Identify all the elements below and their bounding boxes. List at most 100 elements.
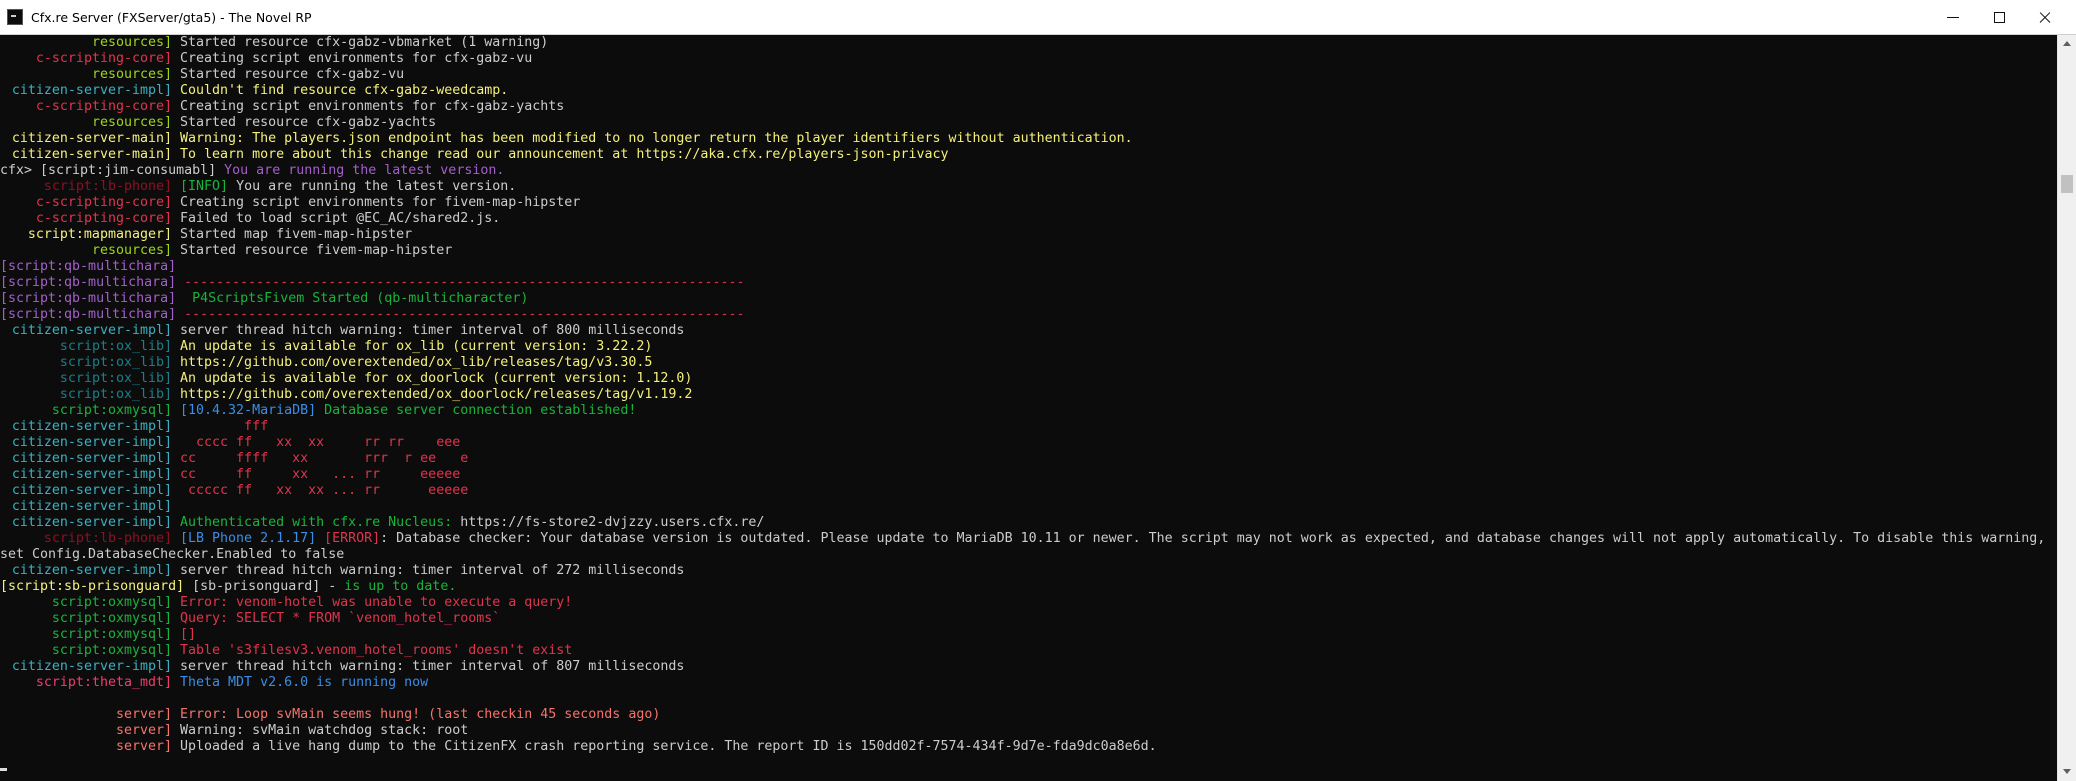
log-message-segment: Started resource cfx-gabz-yachts (180, 115, 437, 130)
console-line: [script:qb-multichara] P4ScriptsFivem St… (0, 291, 2057, 307)
log-source-tag: script:mapmanager] (27, 227, 172, 242)
console-line: script:oxmysql] [10.4.32-MariaDB] Databa… (0, 403, 2057, 419)
console-line: [script:sb-prisonguard] [sb-prisonguard]… (0, 579, 2057, 595)
log-message-segment: [ERROR] (316, 531, 381, 546)
console-line: script:lb-phone] [LB Phone 2.1.17] [ERRO… (0, 531, 2057, 547)
console-line: [script:qb-multichara] (0, 259, 2057, 275)
console-line: server] Warning: svMain watchdog stack: … (0, 723, 2057, 739)
cfx-server-icon (7, 9, 23, 25)
log-message-segment: Started resource cfx-gabz-vbmarket (1 wa… (180, 35, 549, 50)
log-message-segment: Couldn't find resource cfx-gabz-weedcamp… (180, 83, 509, 98)
console-line: c-scripting-core] Creating script enviro… (0, 99, 2057, 115)
console-line: citizen-server-impl] cc ffff xx rrr r ee… (0, 451, 2057, 467)
log-source-tag: c-scripting-core] (35, 211, 172, 226)
console-line: citizen-server-impl] fff (0, 419, 2057, 435)
log-message-segment: Started map fivem-map-hipster (180, 227, 413, 242)
console-line: script:oxmysql] Error: venom-hotel was u… (0, 595, 2057, 611)
log-message-segment: Uploaded a live hang dump to the Citizen… (180, 739, 1157, 754)
console-output[interactable]: resources] Started resource cfx-gabz-vbm… (0, 35, 2057, 781)
log-message-segment: Creating script environments for cfx-gab… (180, 99, 565, 114)
log-message-segment: set Config.DatabaseChecker.Enabled to fa… (0, 547, 345, 562)
console-line: script:oxmysql] Table 's3filesv3.venom_h… (0, 643, 2057, 659)
log-message-segment: Warning: svMain watchdog stack: root (180, 723, 469, 738)
log-message-segment: cfx> [script:jim-consumabl] (0, 163, 225, 178)
console-line: script:ox_lib] https://github.com/overex… (0, 355, 2057, 371)
log-source-tag: citizen-server-impl] (11, 435, 172, 450)
log-message-segment: [] (180, 627, 197, 642)
log-source-tag: script:lb-phone] (43, 531, 172, 546)
maximize-icon (1993, 12, 2005, 23)
log-message-segment: Started resource fivem-map-hipster (180, 243, 453, 258)
log-source-tag: citizen-server-main] (11, 131, 172, 146)
console-line: citizen-server-impl] (0, 499, 2057, 515)
console-line: citizen-server-main] To learn more about… (0, 147, 2057, 163)
console-line: resources] Started resource fivem-map-hi… (0, 243, 2057, 259)
log-message-segment: An update is available for ox_doorlock (… (180, 371, 693, 386)
log-source-tag: resources] (91, 35, 172, 50)
log-source-tag: script:oxmysql] (51, 627, 172, 642)
log-source-tag: server] (115, 707, 172, 722)
console-line: [script:qb-multichara] -----------------… (0, 307, 2057, 323)
log-message-segment: server thread hitch warning: timer inter… (180, 563, 685, 578)
log-source-tag: citizen-server-impl] (11, 563, 172, 578)
log-message-segment: [INFO] (180, 179, 229, 194)
scrollbar-thumb[interactable] (2061, 175, 2073, 193)
log-message-segment: https://github.com/overextended/ox_doorl… (180, 387, 693, 402)
log-message-segment: cc ff xx ... rr eeeee (180, 467, 461, 482)
log-message-segment: Creating script environments for cfx-gab… (180, 51, 533, 66)
log-source-tag: script:ox_lib] (59, 339, 172, 354)
log-message-segment: Query: SELECT * FROM `venom_hotel_rooms` (180, 611, 501, 626)
vertical-scrollbar[interactable] (2057, 35, 2076, 781)
console-line: citizen-server-impl] cccc ff xx xx rr rr… (0, 435, 2057, 451)
log-source-tag: script:oxmysql] (51, 595, 172, 610)
log-message-segment: server thread hitch warning: timer inter… (180, 323, 685, 338)
console-line: script:mapmanager] Started map fivem-map… (0, 227, 2057, 243)
scroll-up-arrow-icon[interactable] (2063, 41, 2071, 46)
log-source-tag: citizen-server-main] (11, 147, 172, 162)
log-message-segment: [script:qb-multichara] (0, 259, 177, 274)
log-source-tag: citizen-server-impl] (11, 515, 172, 530)
console-line: resources] Started resource cfx-gabz-yac… (0, 115, 2057, 131)
console-input-line[interactable] (0, 755, 2057, 771)
log-source-tag: script:oxmysql] (51, 403, 172, 418)
log-message-segment: fff (180, 419, 269, 434)
console-line: script:ox_lib] An update is available fo… (0, 339, 2057, 355)
log-message-segment: [script:qb-multichara] (0, 291, 185, 306)
console-line: c-scripting-core] Creating script enviro… (0, 195, 2057, 211)
log-message-segment: Authenticated with cfx.re Nucleus: (180, 515, 461, 530)
log-source-tag: citizen-server-impl] (11, 483, 172, 498)
log-message-segment: [script:sb-prisonguard] (0, 579, 193, 594)
log-message-segment: ----------------------------------------… (184, 275, 745, 290)
log-source-tag: script:lb-phone] (43, 179, 172, 194)
console-line: script:oxmysql] Query: SELECT * FROM `ve… (0, 611, 2057, 627)
log-message-segment: [10.4.32-MariaDB] (180, 403, 317, 418)
log-source-tag: script:ox_lib] (59, 387, 172, 402)
console-line: set Config.DatabaseChecker.Enabled to fa… (0, 547, 2057, 563)
log-message-segment: server thread hitch warning: timer inter… (180, 659, 685, 674)
log-source-tag: script:oxmysql] (51, 643, 172, 658)
log-source-tag: citizen-server-impl] (11, 499, 172, 514)
minimize-button[interactable] (1930, 0, 1976, 35)
console-line: citizen-server-main] Warning: The player… (0, 131, 2057, 147)
console-line: c-scripting-core] Failed to load script … (0, 211, 2057, 227)
log-source-tag: resources] (91, 243, 172, 258)
log-source-tag: citizen-server-impl] (11, 451, 172, 466)
log-message-segment: [script:qb-multichara] (0, 275, 185, 290)
console-line: script:ox_lib] An update is available fo… (0, 371, 2057, 387)
console-line: script:oxmysql] [] (0, 627, 2057, 643)
log-source-tag: server] (115, 723, 172, 738)
console-line: citizen-server-impl] ccccc ff xx xx ... … (0, 483, 2057, 499)
text-cursor (0, 768, 7, 771)
log-message-segment: To learn more about this change read our… (180, 147, 949, 162)
close-button[interactable] (2022, 0, 2068, 35)
minimize-icon (1947, 17, 1959, 18)
scroll-down-arrow-icon[interactable] (2063, 769, 2071, 774)
window-titlebar[interactable]: Cfx.re Server (FXServer/gta5) - The Nove… (0, 0, 2076, 35)
log-message-segment: An update is available for ox_lib (curre… (180, 339, 653, 354)
console-line: server] Error: Loop svMain seems hung! (… (0, 707, 2057, 723)
log-message-segment: Theta MDT v2.6.0 is running now (180, 675, 429, 690)
log-source-tag: server] (115, 739, 172, 754)
console-line: citizen-server-impl] Couldn't find resou… (0, 83, 2057, 99)
console-line: c-scripting-core] Creating script enviro… (0, 51, 2057, 67)
maximize-button[interactable] (1976, 0, 2022, 35)
